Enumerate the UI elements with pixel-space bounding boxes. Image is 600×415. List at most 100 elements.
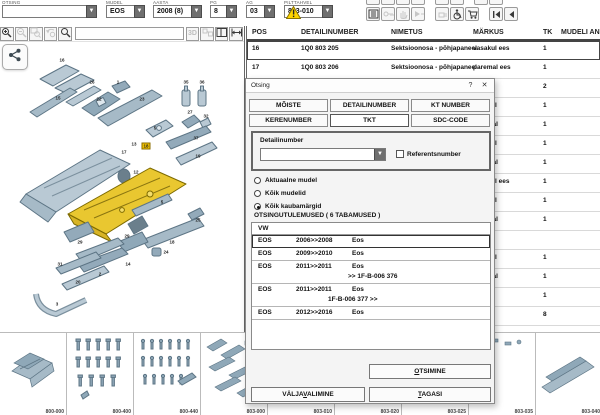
select-button[interactable]: VÄLJAVALIMINE (251, 387, 365, 402)
search-button[interactable]: OTSIMINE (369, 364, 491, 379)
key-button[interactable] (381, 7, 395, 21)
result-row[interactable]: EOS2011>>2011Eos>> 1F-B-006 376 (252, 261, 490, 284)
cell-tk: 1 (543, 216, 547, 223)
thumbnail-sketch (536, 333, 600, 403)
threed-button[interactable]: 3D (186, 27, 200, 41)
cart-button[interactable] (465, 7, 479, 21)
part-number-label[interactable]: 2 (99, 272, 102, 277)
part-number-label[interactable]: 22 (96, 97, 101, 102)
toolbar-button[interactable] (411, 0, 425, 5)
magnifier-button[interactable] (58, 27, 72, 41)
part-number-label[interactable]: 3 (56, 302, 59, 307)
thumbnail-800-000[interactable]: 800-000 (0, 333, 67, 415)
part-number-label[interactable]: 32 (203, 114, 208, 119)
part-number-label[interactable]: 14 (125, 262, 130, 267)
table-row[interactable]: 161Q0 803 205Sektsioonosa - põhjapaneelv… (247, 41, 600, 60)
part-number-label[interactable]: 36 (199, 80, 204, 85)
tab-kt-number[interactable]: KT NUMBER (411, 99, 490, 112)
thumbnail-label: 800-440 (180, 409, 198, 415)
plug-button[interactable] (435, 7, 449, 21)
part-number-label[interactable]: 35 (183, 80, 188, 85)
part-number-label[interactable]: 26 (89, 80, 94, 85)
fit-width-button[interactable] (229, 27, 243, 41)
chevron-down-icon[interactable]: ▼ (86, 5, 97, 18)
zoom-slider[interactable] (75, 27, 184, 40)
field-value[interactable]: 03 (246, 5, 264, 18)
field-value[interactable]: 2008 (8) (153, 5, 191, 18)
part-number-label[interactable]: 20 (75, 280, 80, 285)
toolbar-button[interactable] (396, 0, 410, 5)
nav-first-button[interactable] (489, 7, 503, 21)
tab-kerenumber[interactable]: KERENUMBER (249, 114, 328, 127)
part-number-label[interactable]: 29 (77, 240, 82, 245)
part-number-label[interactable]: 17 (121, 150, 126, 155)
nav-prev-button[interactable] (504, 7, 518, 21)
reference-number-checkbox[interactable]: Referentsnumber (396, 150, 461, 158)
part-number-label[interactable]: 25 (195, 218, 200, 223)
field-value[interactable]: 8 (210, 5, 226, 18)
chevron-down-icon[interactable]: ▼ (322, 5, 333, 18)
part-number-label[interactable]: 37 (193, 136, 198, 141)
radio-aktuaalne-mudel[interactable]: Aktuaalne mudel (254, 174, 321, 187)
zoom-out-button[interactable] (15, 27, 29, 41)
zoom-box-button[interactable] (29, 27, 43, 41)
close-icon[interactable]: ✕ (479, 81, 490, 91)
part-number-label[interactable]: 16 (59, 58, 64, 63)
help-icon[interactable]: ? (465, 81, 476, 91)
part-number-label[interactable]: 29 (124, 234, 129, 239)
window-layout-button[interactable] (215, 27, 229, 41)
tab-m-iste[interactable]: MÕISTE (249, 99, 328, 112)
wheelchair-button[interactable] (450, 7, 464, 21)
zoom-in-button[interactable] (0, 27, 14, 41)
detail-number-combo[interactable]: ▼ (260, 148, 386, 161)
part-number-label[interactable]: 15 (55, 96, 60, 101)
part-number-label[interactable]: 1 (117, 80, 120, 85)
result-name: Eos (352, 263, 364, 270)
toolbar-button[interactable] (489, 0, 503, 5)
list-button[interactable] (366, 7, 380, 21)
field-value[interactable] (2, 5, 86, 18)
hand-button[interactable] (396, 7, 410, 21)
result-row[interactable]: EOS2011>>2011Eos1F-B-006 377 >> (252, 284, 490, 307)
table-row[interactable]: 171Q0 803 206Sektsioonosa - põhjapaneelp… (247, 60, 600, 79)
part-number-label[interactable]: 5 (154, 126, 157, 131)
toolbar-button[interactable] (366, 0, 380, 5)
toolbar-button[interactable] (435, 0, 449, 5)
tab-detailinumber[interactable]: DETAILINUMBER (330, 99, 409, 112)
toolbar-button[interactable] (381, 0, 395, 5)
tab-tkt[interactable]: TKT (330, 114, 409, 127)
part-number-label[interactable]: 18 (141, 143, 150, 150)
part-number-label[interactable]: 23 (139, 97, 144, 102)
chevron-down-icon[interactable]: ▼ (374, 149, 385, 160)
part-number-label[interactable]: 24 (163, 250, 168, 255)
field-value[interactable]: EOS (106, 5, 134, 18)
exploded-diagram[interactable]: 1626135361522232732537131819171252529182… (0, 42, 244, 332)
result-row[interactable]: EOS2006>>2008Eos (252, 235, 490, 248)
share-button[interactable] (2, 44, 28, 70)
col-detailinumber: DETAILINUMBER (301, 29, 358, 36)
link-pics-button[interactable] (200, 27, 214, 41)
thumbnail-803-040[interactable]: 803-040 (536, 333, 600, 415)
thumbnail-800-440[interactable]: 800-440 (134, 333, 201, 415)
part-number-label[interactable]: 31 (57, 262, 62, 267)
part-number-label[interactable]: 19 (195, 154, 200, 159)
play-minus-button[interactable] (411, 7, 425, 21)
chevron-down-icon[interactable]: ▼ (134, 5, 145, 18)
chevron-down-icon[interactable]: ▼ (191, 5, 202, 18)
tab-sdc-code[interactable]: SDC-CODE (411, 114, 490, 127)
back-button[interactable]: TAGASI (369, 387, 491, 402)
toolbar-button[interactable] (474, 0, 488, 5)
thumbnail-800-400[interactable]: 800-400 (67, 333, 134, 415)
chevron-down-icon[interactable]: ▼ (264, 5, 275, 18)
toolbar-button[interactable] (450, 0, 464, 5)
result-row[interactable]: EOS2009>>2010Eos (252, 248, 490, 261)
part-number-label[interactable]: 18 (169, 240, 174, 245)
chevron-down-icon[interactable]: ▼ (226, 5, 237, 18)
radio-kõik-mudelid[interactable]: Kõik mudelid (254, 187, 321, 200)
result-row[interactable]: EOS2012>>2016Eos (252, 307, 490, 320)
part-number-label[interactable]: 13 (131, 142, 136, 147)
part-number-label[interactable]: 27 (187, 110, 192, 115)
part-number-label[interactable]: 5 (161, 200, 164, 205)
part-number-label[interactable]: 12 (133, 170, 138, 175)
zoom-undo-button[interactable] (44, 27, 58, 41)
